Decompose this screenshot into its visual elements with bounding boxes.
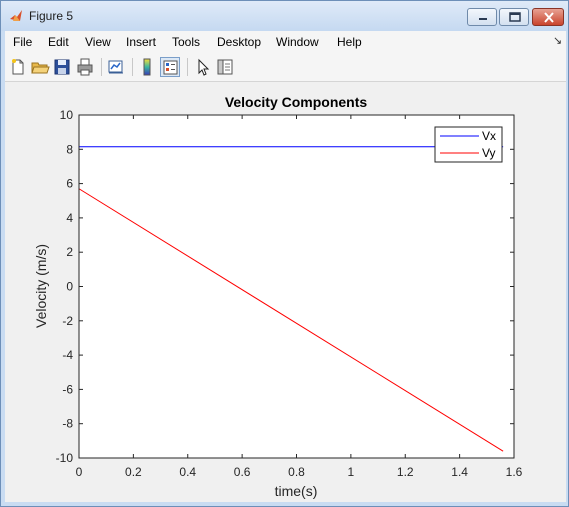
x-axis-label: time(s) xyxy=(275,483,318,499)
menu-dock-arrow-icon[interactable]: ↘ xyxy=(553,34,562,47)
legend-label-vy: Vy xyxy=(482,146,496,160)
menu-view[interactable]: View xyxy=(85,35,111,49)
y-tick-label: 6 xyxy=(66,177,73,191)
chart-title: Velocity Components xyxy=(225,94,368,110)
y-tick-label: 10 xyxy=(60,108,74,122)
y-tick-label: -8 xyxy=(62,417,73,431)
toolbar-separator xyxy=(101,58,102,76)
x-tick-label: 0.8 xyxy=(288,465,305,479)
x-tick-label: 0.6 xyxy=(234,465,251,479)
toolbar-separator xyxy=(187,58,188,76)
x-tick-label: 0.2 xyxy=(125,465,142,479)
menu-insert[interactable]: Insert xyxy=(126,35,156,49)
y-tick-label: -2 xyxy=(62,314,73,328)
figure-toolbar xyxy=(5,53,566,82)
matlab-logo-icon xyxy=(10,10,22,21)
menu-tools[interactable]: Tools xyxy=(172,35,200,49)
figure-canvas: 0 0.2 0.4 0.6 0.8 1 1.2 1.4 1.6 -10 -8 -6 -4 -2 0 2 4 6 8… xyxy=(5,82,566,502)
legend-label-vx: Vx xyxy=(482,129,496,143)
plot-area[interactable]: 0 0.2 0.4 0.6 0.8 1 1.2 1.4 1.6 -10 -8 -6 -4 -2 0 2 4 6 8… xyxy=(5,82,566,502)
pointer-icon[interactable] xyxy=(193,57,213,77)
close-button[interactable] xyxy=(532,8,564,26)
y-tick-label: 0 xyxy=(66,280,73,294)
x-tick-labels: 0 0.2 0.4 0.6 0.8 1 1.2 1.4 1.6 xyxy=(76,465,523,479)
x-tick-label: 1.4 xyxy=(451,465,468,479)
new-figure-icon[interactable] xyxy=(8,57,28,77)
y-tick-label: -4 xyxy=(62,348,73,362)
toolbar-separator xyxy=(132,58,133,76)
legend-icon[interactable] xyxy=(160,57,180,77)
close-icon xyxy=(544,12,554,23)
menu-file[interactable]: File xyxy=(13,35,32,49)
x-tick-label: 0 xyxy=(76,465,83,479)
x-tick-label: 1.2 xyxy=(397,465,414,479)
colorbar-icon[interactable] xyxy=(137,57,157,77)
x-tick-label: 1.6 xyxy=(506,465,523,479)
print-icon[interactable] xyxy=(75,57,95,77)
figure-window: Figure 5 File Edit View Insert Tools Des… xyxy=(0,0,569,507)
maximize-button[interactable] xyxy=(499,8,529,26)
title-bar[interactable]: Figure 5 xyxy=(1,1,568,31)
y-tick-label: 4 xyxy=(66,211,73,225)
menu-window[interactable]: Window xyxy=(276,35,319,49)
y-tick-label: 2 xyxy=(66,245,73,259)
menu-desktop[interactable]: Desktop xyxy=(217,35,261,49)
x-tick-label: 1 xyxy=(348,465,355,479)
y-tick-label: 8 xyxy=(66,142,73,156)
y-tick-labels: -10 -8 -6 -4 -2 0 2 4 6 8 10 xyxy=(56,108,74,465)
y-axis-label: Velocity (m/s) xyxy=(33,244,49,328)
property-editor-icon[interactable] xyxy=(215,57,235,77)
legend[interactable]: Vx Vy xyxy=(434,126,503,163)
open-file-icon[interactable] xyxy=(30,57,50,77)
save-icon[interactable] xyxy=(52,57,72,77)
menu-help[interactable]: Help xyxy=(337,35,362,49)
y-tick-label: -10 xyxy=(56,451,74,465)
link-plot-icon[interactable] xyxy=(106,57,126,77)
minimize-icon xyxy=(479,18,487,20)
window-title: Figure 5 xyxy=(29,9,74,23)
minimize-button[interactable] xyxy=(467,8,497,26)
y-tick-label: -6 xyxy=(62,382,73,396)
maximize-icon xyxy=(509,12,521,22)
menu-bar: File Edit View Insert Tools Desktop Wind… xyxy=(5,31,566,53)
menu-edit[interactable]: Edit xyxy=(48,35,69,49)
axes-background xyxy=(79,115,514,458)
x-tick-label: 0.4 xyxy=(179,465,196,479)
